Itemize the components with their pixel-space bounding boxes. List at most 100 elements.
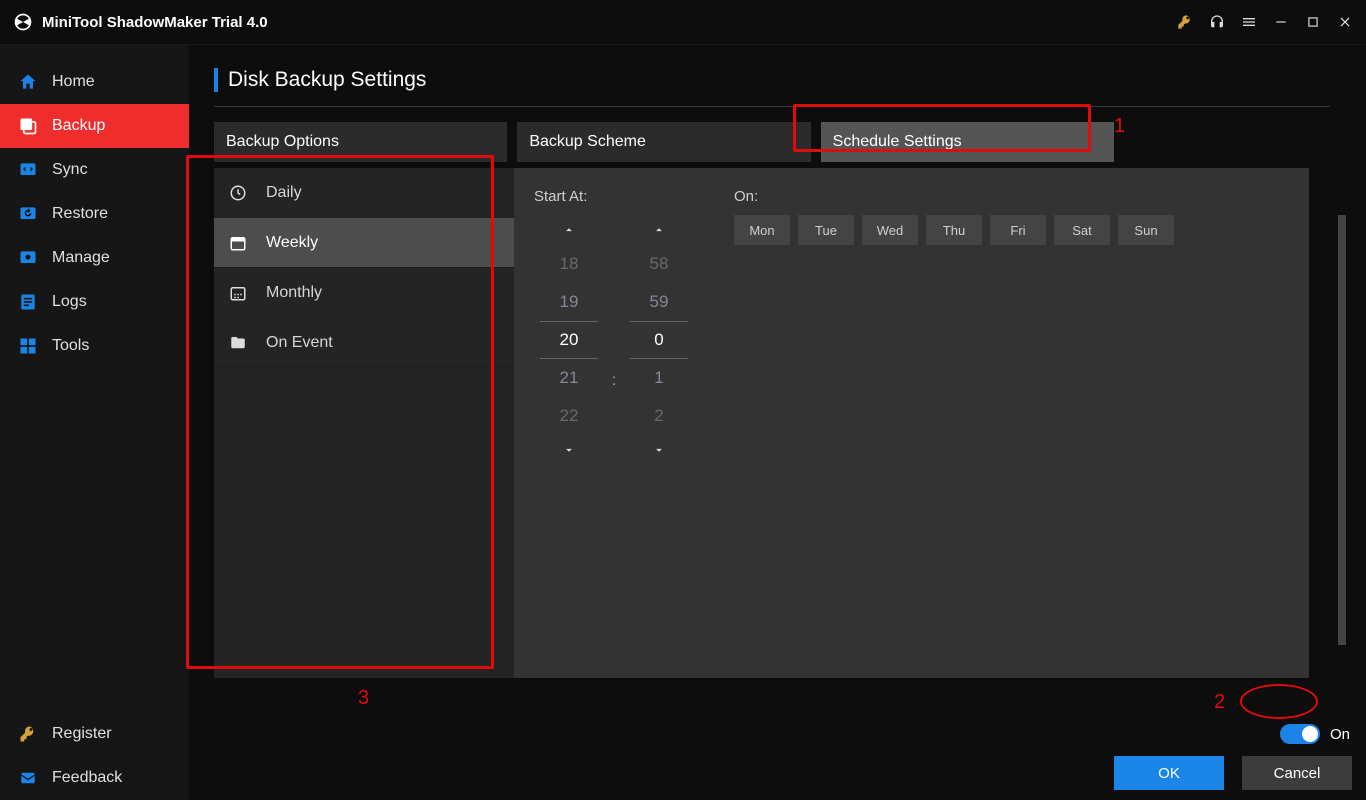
sidebar-item-tools[interactable]: Tools xyxy=(0,324,189,368)
day-mon[interactable]: Mon xyxy=(734,215,790,245)
scrollbar-thumb[interactable] xyxy=(1338,215,1346,645)
annotation-label-2: 2 xyxy=(1214,691,1225,714)
home-icon xyxy=(18,72,38,92)
sidebar-item-logs[interactable]: Logs xyxy=(0,280,189,324)
sidebar-item-label: Manage xyxy=(52,249,110,267)
sidebar-item-label: Logs xyxy=(52,293,87,311)
ok-button[interactable]: OK xyxy=(1114,756,1224,790)
chevron-up-icon[interactable] xyxy=(534,215,604,245)
chevron-down-icon[interactable] xyxy=(624,435,694,465)
sidebar: Home Backup Sync Restore Manage Logs Too… xyxy=(0,45,190,800)
frequency-label: Weekly xyxy=(266,234,318,252)
frequency-monthly[interactable]: Monthly xyxy=(214,268,514,318)
tab-backup-scheme[interactable]: Backup Scheme xyxy=(517,122,810,162)
minute-selected[interactable]: 0 xyxy=(624,321,694,359)
frequency-label: Monthly xyxy=(266,284,322,302)
calendar-week-icon xyxy=(228,233,248,253)
app-logo-icon xyxy=(12,11,34,33)
title-accent xyxy=(214,68,218,92)
tab-label: Backup Options xyxy=(226,133,339,151)
logs-icon xyxy=(18,292,38,312)
app-title: MiniTool ShadowMaker Trial 4.0 xyxy=(42,14,268,31)
tabs: Backup Options Backup Scheme Schedule Se… xyxy=(214,122,1114,162)
day-thu[interactable]: Thu xyxy=(926,215,982,245)
calendar-month-icon xyxy=(228,283,248,303)
tab-backup-options[interactable]: Backup Options xyxy=(214,122,507,162)
frequency-label: Daily xyxy=(266,184,302,202)
sidebar-item-home[interactable]: Home xyxy=(0,60,189,104)
page-title: Disk Backup Settings xyxy=(228,68,426,92)
folder-icon xyxy=(228,333,248,353)
toggle-knob xyxy=(1302,726,1318,742)
tools-icon xyxy=(18,336,38,356)
sidebar-item-label: Register xyxy=(52,725,112,743)
sidebar-item-manage[interactable]: Manage xyxy=(0,236,189,280)
day-wed[interactable]: Wed xyxy=(862,215,918,245)
sync-icon xyxy=(18,160,38,180)
hour-option[interactable]: 22 xyxy=(534,397,604,435)
frequency-list: Daily Weekly Monthly On Event xyxy=(214,168,514,678)
start-at-label: Start At: xyxy=(534,188,694,205)
cancel-button[interactable]: Cancel xyxy=(1242,756,1352,790)
key-icon[interactable] xyxy=(1176,13,1194,31)
key-icon xyxy=(18,724,38,744)
frequency-on-event[interactable]: On Event xyxy=(214,318,514,368)
maximize-icon[interactable] xyxy=(1304,13,1322,31)
menu-icon[interactable] xyxy=(1240,13,1258,31)
button-label: OK xyxy=(1158,765,1180,782)
close-icon[interactable] xyxy=(1336,13,1354,31)
sidebar-item-label: Tools xyxy=(52,337,89,355)
minute-option[interactable]: 2 xyxy=(624,397,694,435)
annotation-ellipse-2 xyxy=(1240,684,1318,719)
sidebar-item-restore[interactable]: Restore xyxy=(0,192,189,236)
tab-label: Schedule Settings xyxy=(833,133,962,151)
start-at-section: Start At: 18 19 20 21 22 xyxy=(534,188,694,465)
hour-option[interactable]: 21 xyxy=(534,359,604,397)
backup-icon xyxy=(18,116,38,136)
main-content: Disk Backup Settings Backup Options Back… xyxy=(190,45,1366,800)
sidebar-item-label: Home xyxy=(52,73,95,91)
hour-option[interactable]: 18 xyxy=(534,245,604,283)
annotation-label-1: 1 xyxy=(1114,115,1125,138)
sidebar-item-label: Backup xyxy=(52,117,105,135)
tab-schedule-settings[interactable]: Schedule Settings xyxy=(821,122,1114,162)
schedule-panel: Start At: 18 19 20 21 22 xyxy=(514,168,1309,678)
sidebar-item-label: Feedback xyxy=(52,769,122,787)
titlebar: MiniTool ShadowMaker Trial 4.0 xyxy=(0,0,1366,45)
frequency-daily[interactable]: Daily xyxy=(214,168,514,218)
frequency-label: On Event xyxy=(266,334,333,352)
restore-icon xyxy=(18,204,38,224)
time-separator: : xyxy=(604,243,624,433)
minutes-spinner[interactable]: 58 59 0 1 2 xyxy=(624,215,694,465)
manage-icon xyxy=(18,248,38,268)
divider xyxy=(214,106,1330,107)
sidebar-item-label: Restore xyxy=(52,205,108,223)
minute-option[interactable]: 59 xyxy=(624,283,694,321)
hours-spinner[interactable]: 18 19 20 21 22 xyxy=(534,215,604,465)
day-tue[interactable]: Tue xyxy=(798,215,854,245)
headset-icon[interactable] xyxy=(1208,13,1226,31)
annotation-label-3: 3 xyxy=(358,687,369,710)
mail-icon xyxy=(18,768,38,788)
sidebar-item-sync[interactable]: Sync xyxy=(0,148,189,192)
on-label: On: xyxy=(734,188,1174,205)
on-days-section: On: Mon Tue Wed Thu Fri Sat Sun xyxy=(734,188,1174,465)
chevron-up-icon[interactable] xyxy=(624,215,694,245)
minute-option[interactable]: 1 xyxy=(624,359,694,397)
tab-label: Backup Scheme xyxy=(529,133,646,151)
hour-selected[interactable]: 20 xyxy=(534,321,604,359)
frequency-weekly[interactable]: Weekly xyxy=(214,218,514,268)
day-sat[interactable]: Sat xyxy=(1054,215,1110,245)
hour-option[interactable]: 19 xyxy=(534,283,604,321)
day-fri[interactable]: Fri xyxy=(990,215,1046,245)
sidebar-item-register[interactable]: Register xyxy=(0,712,189,756)
clock-icon xyxy=(228,183,248,203)
minute-option[interactable]: 58 xyxy=(624,245,694,283)
scrollbar[interactable] xyxy=(1338,215,1346,645)
day-sun[interactable]: Sun xyxy=(1118,215,1174,245)
sidebar-item-backup[interactable]: Backup xyxy=(0,104,189,148)
chevron-down-icon[interactable] xyxy=(534,435,604,465)
sidebar-item-feedback[interactable]: Feedback xyxy=(0,756,189,800)
minimize-icon[interactable] xyxy=(1272,13,1290,31)
schedule-toggle[interactable] xyxy=(1280,724,1320,744)
